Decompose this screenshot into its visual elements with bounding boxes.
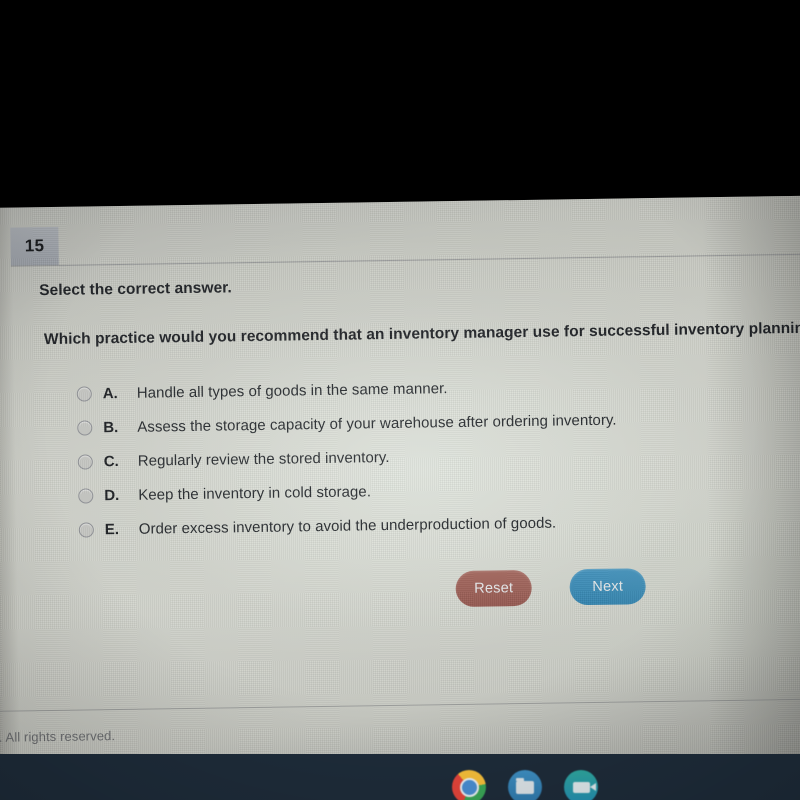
radio-button-c[interactable] xyxy=(77,453,93,470)
radio-button-b[interactable] xyxy=(77,419,93,436)
instruction-text: Select the correct answer. xyxy=(39,279,232,300)
folder-glyph xyxy=(516,777,534,794)
option-text-a: Handle all types of goods in the same ma… xyxy=(136,379,448,402)
option-letter-c: C. xyxy=(103,452,119,470)
answer-options-list: A. Handle all types of goods in the same… xyxy=(76,366,779,546)
video-camera-glyph xyxy=(572,781,596,793)
meet-icon[interactable] xyxy=(564,770,598,800)
question-text: Which practice would you recommend that … xyxy=(43,319,800,349)
option-text-e: Order excess inventory to avoid the unde… xyxy=(138,514,557,538)
option-letter-b: B. xyxy=(103,418,119,436)
taskbar xyxy=(0,754,800,800)
reset-button[interactable]: Reset xyxy=(455,569,532,608)
tab-divider xyxy=(10,253,800,267)
radio-button-a[interactable] xyxy=(76,385,92,402)
option-letter-a: A. xyxy=(102,384,118,402)
option-text-b: Assess the storage capacity of your ware… xyxy=(137,411,617,436)
question-number-tab[interactable]: 15 xyxy=(10,226,59,266)
radio-button-e[interactable] xyxy=(78,521,94,538)
laptop-screen-photo: 15 Select the correct answer. Which prac… xyxy=(0,0,800,800)
action-buttons: Reset Next xyxy=(455,568,646,608)
left-edge-shadow xyxy=(0,207,21,768)
files-icon[interactable] xyxy=(508,770,542,800)
option-letter-e: E. xyxy=(104,520,120,538)
footer-divider xyxy=(0,698,800,712)
taskbar-background xyxy=(0,754,800,800)
radio-button-d[interactable] xyxy=(78,487,94,504)
option-text-d: Keep the inventory in cold storage. xyxy=(138,482,372,504)
option-text-c: Regularly review the stored inventory. xyxy=(137,448,390,470)
next-button[interactable]: Next xyxy=(569,568,646,606)
chrome-icon[interactable] xyxy=(452,770,486,800)
taskbar-icons xyxy=(452,770,598,800)
quiz-page: 15 Select the correct answer. Which prac… xyxy=(0,195,800,768)
question-number: 15 xyxy=(24,236,45,256)
screen-content: 15 Select the correct answer. Which prac… xyxy=(0,195,800,800)
option-letter-d: D. xyxy=(104,486,120,504)
copyright-text: m. All rights reserved. xyxy=(0,728,116,745)
